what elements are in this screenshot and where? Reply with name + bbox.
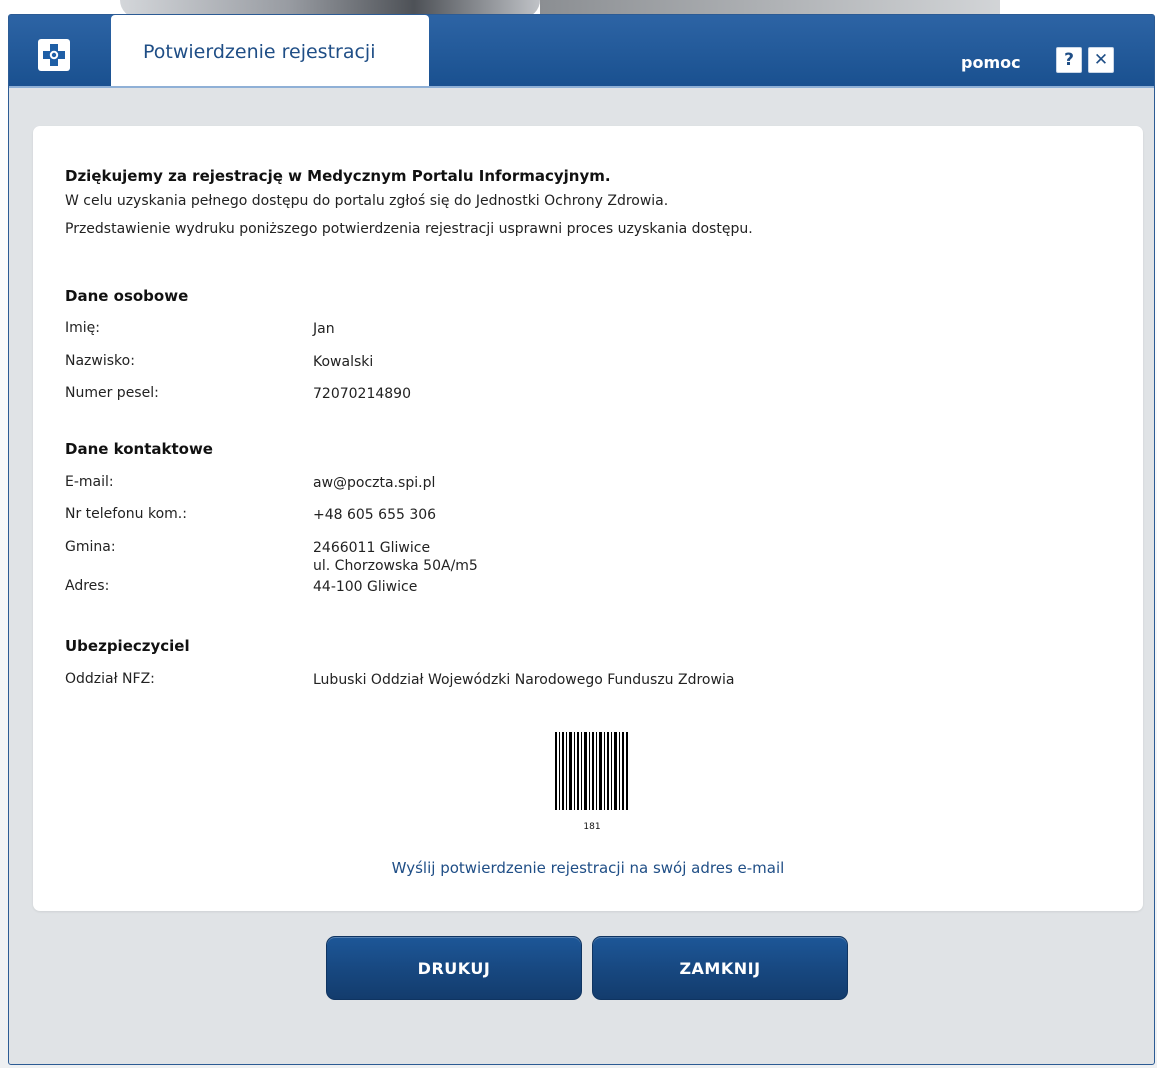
pesel-value: 72070214890 xyxy=(313,386,411,402)
address-label: Adres: xyxy=(65,578,110,594)
barcode-image xyxy=(555,732,628,810)
background-shape xyxy=(540,0,1000,14)
intro-heading: Dziękujemy za rejestrację w Medycznym Po… xyxy=(65,167,611,185)
section-contact-heading: Dane kontaktowe xyxy=(65,440,213,458)
last-name-value: Kowalski xyxy=(313,354,374,370)
print-button[interactable]: DRUKUJ xyxy=(326,936,582,1000)
intro-text: Przedstawienie wydruku poniższego potwie… xyxy=(65,221,753,237)
confirmation-panel: Dziękujemy za rejestrację w Medycznym Po… xyxy=(33,126,1143,911)
registration-dialog: Potwierdzenie rejestracji pomoc ? ✕ Dzię… xyxy=(8,14,1155,1065)
commune-value: 2466011 Gliwice xyxy=(313,540,431,556)
nfz-branch-label: Oddział NFZ: xyxy=(65,671,155,687)
section-insurer-heading: Ubezpieczyciel xyxy=(65,637,190,655)
nfz-branch-value: Lubuski Oddział Wojewódzki Narodowego Fu… xyxy=(313,672,735,688)
commune-label: Gmina: xyxy=(65,539,116,555)
send-confirmation-email-link[interactable]: Wyślij potwierdzenie rejestracji na swój… xyxy=(33,859,1143,877)
barcode-number: 181 xyxy=(583,822,601,832)
email-value: aw@poczta.spi.pl xyxy=(313,475,436,491)
dialog-title: Potwierdzenie rejestracji xyxy=(143,41,376,63)
address-line-1: ul. Chorzowska 50A/m5 xyxy=(313,558,478,574)
help-button[interactable]: ? xyxy=(1056,47,1082,73)
close-button[interactable]: ZAMKNIJ xyxy=(592,936,848,1000)
pesel-label: Numer pesel: xyxy=(65,385,159,401)
intro-text: W celu uzyskania pełnego dostępu do port… xyxy=(65,193,669,209)
titlebar-divider xyxy=(9,86,1154,88)
close-icon[interactable]: ✕ xyxy=(1088,47,1114,73)
first-name-label: Imię: xyxy=(65,320,100,336)
dialog-title-tab: Potwierdzenie rejestracji xyxy=(111,15,429,86)
email-label: E-mail: xyxy=(65,474,114,490)
first-name-value: Jan xyxy=(313,321,335,337)
dialog-titlebar: Potwierdzenie rejestracji pomoc ? ✕ xyxy=(9,15,1154,88)
portal-logo-icon xyxy=(38,39,70,71)
section-personal-heading: Dane osobowe xyxy=(65,287,189,305)
last-name-label: Nazwisko: xyxy=(65,353,135,369)
phone-label: Nr telefonu kom.: xyxy=(65,506,187,522)
address-line-2: 44-100 Gliwice xyxy=(313,579,418,595)
phone-value: +48 605 655 306 xyxy=(313,507,437,523)
help-link[interactable]: pomoc xyxy=(961,53,1021,72)
